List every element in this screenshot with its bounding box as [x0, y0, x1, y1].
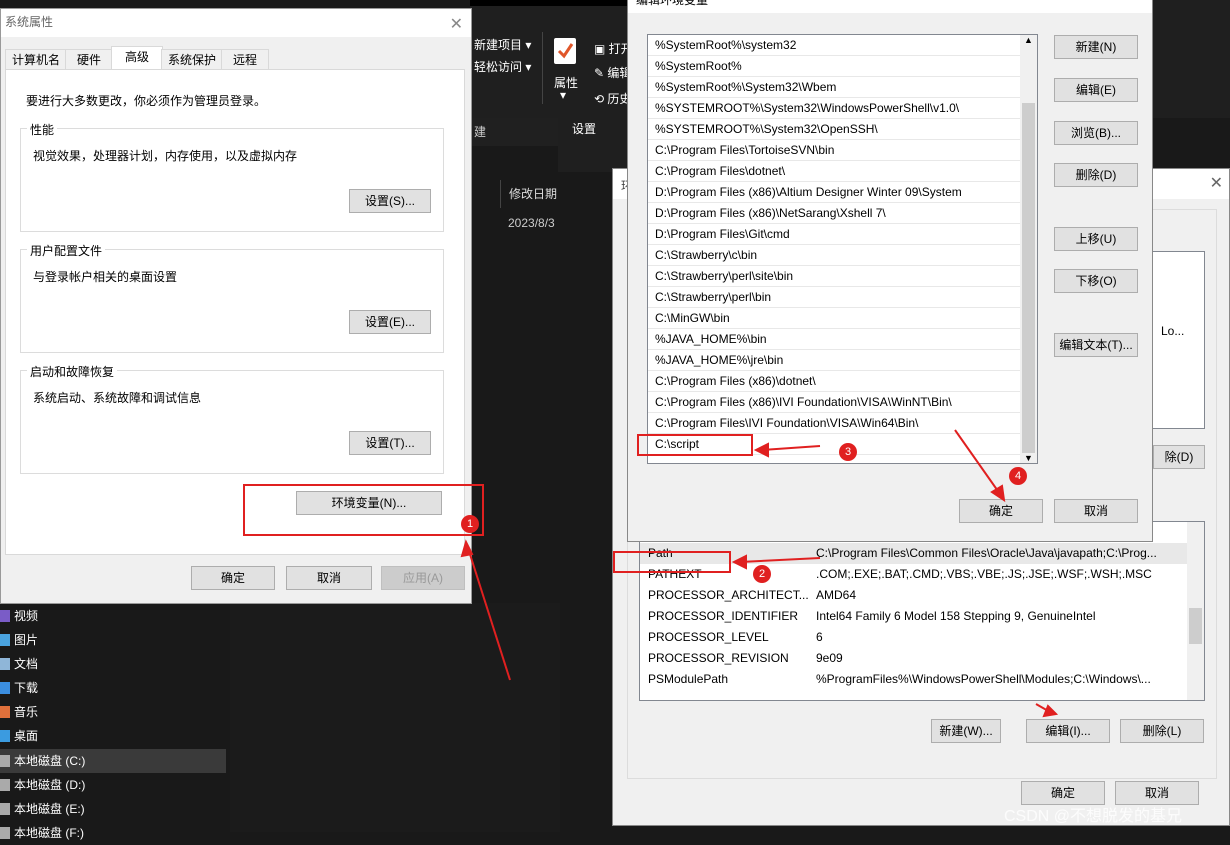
step-badge-3: 3 [839, 443, 857, 461]
arrow-1-head [460, 539, 474, 558]
arrow-4-line [954, 429, 1001, 495]
arrow-2-head [731, 554, 747, 570]
annotation-layer [460, 429, 1059, 718]
arrow-2-line [739, 557, 821, 563]
step-badge-4: 4 [1009, 467, 1027, 485]
arrow-3-line [761, 445, 821, 451]
watermark: CSDN @不想脱发的基兄 [1004, 808, 1183, 825]
arrow-4-head [990, 484, 1006, 503]
step-badge-1: 1 [461, 515, 479, 533]
highlight-script-path [637, 434, 753, 456]
highlight-path-row [613, 551, 731, 573]
arrow-1-line [467, 547, 511, 681]
highlight-env-button [243, 484, 484, 536]
arrow-5-head [1042, 704, 1059, 718]
arrow-3-head [753, 442, 769, 458]
step-badge-2: 2 [753, 565, 771, 583]
